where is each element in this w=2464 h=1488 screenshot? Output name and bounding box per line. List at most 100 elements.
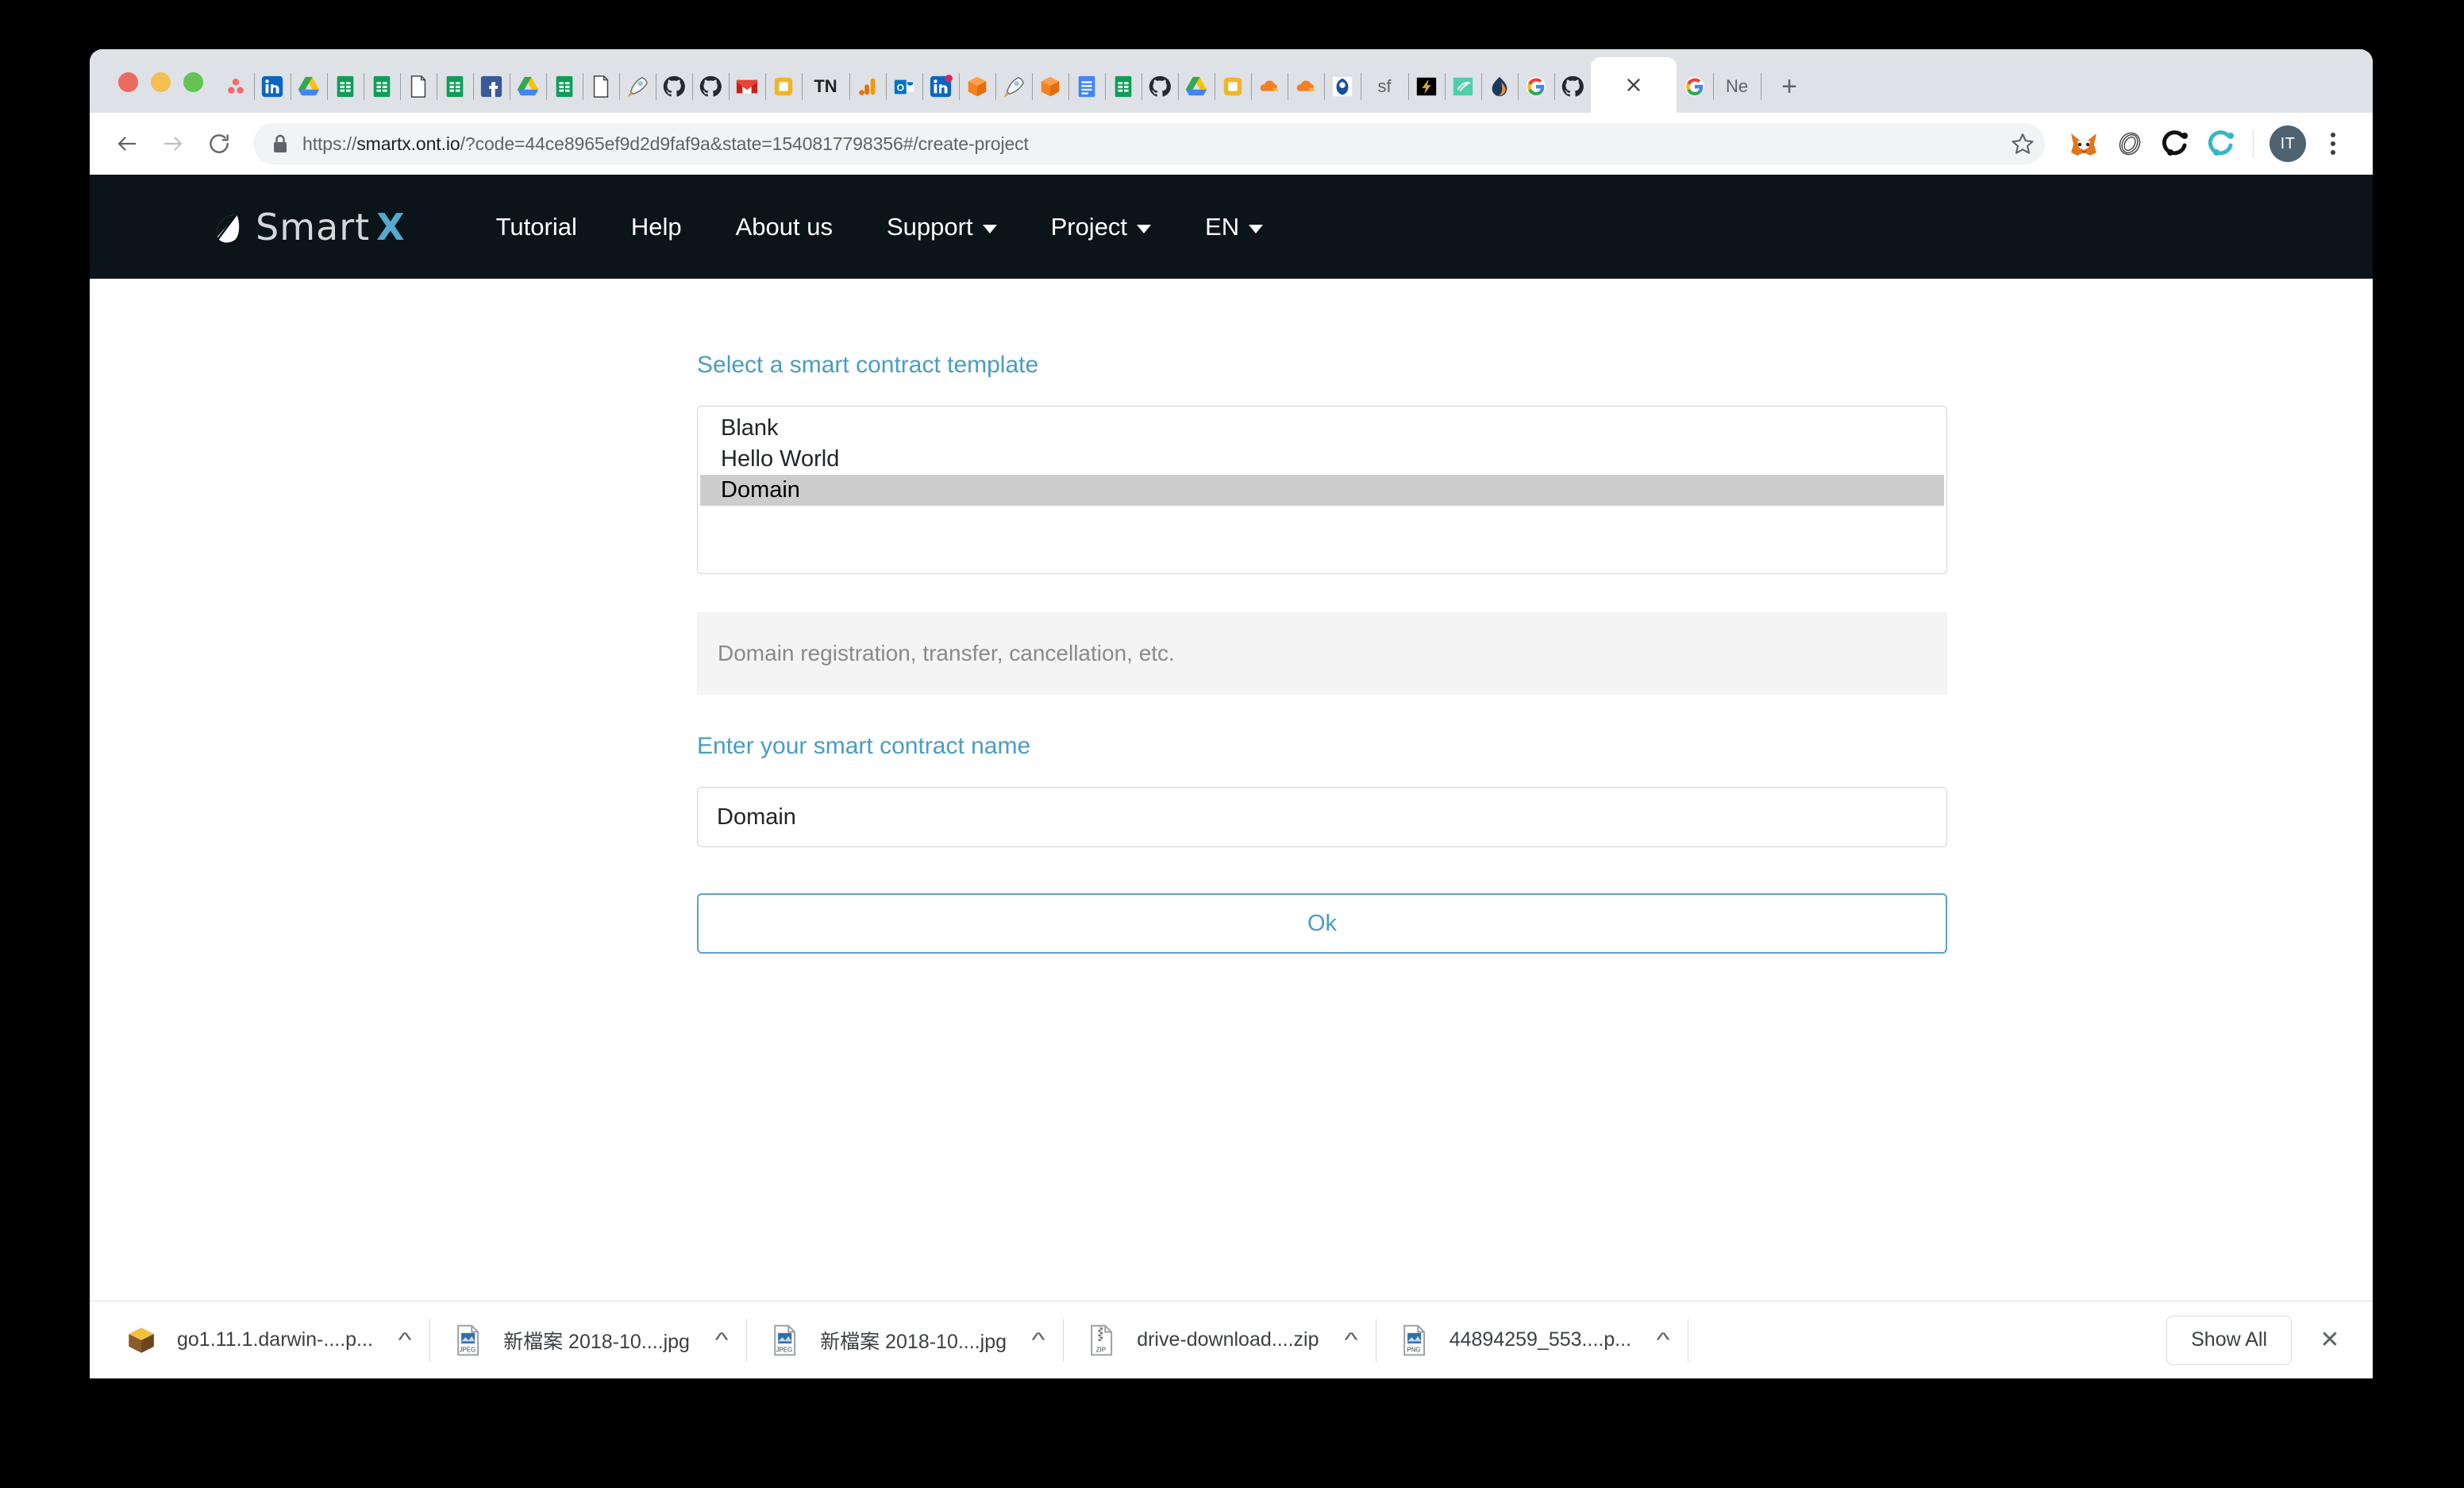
chevron-up-icon[interactable]: ^	[398, 1328, 411, 1352]
tab[interactable]	[692, 60, 729, 113]
tab[interactable]	[1105, 60, 1142, 113]
tab[interactable]	[729, 60, 765, 113]
chevron-up-icon[interactable]: ^	[715, 1328, 729, 1352]
tab[interactable]	[849, 60, 886, 113]
new-tab-button[interactable]: +	[1765, 60, 1813, 113]
brand-name: Smart	[256, 206, 370, 249]
nav-link-label: About us	[736, 213, 833, 241]
tab[interactable]	[437, 60, 473, 113]
leaf-glyph	[213, 211, 241, 245]
svg-text:O: O	[897, 83, 904, 94]
nav-link-label: Tutorial	[496, 213, 577, 241]
minimize-window-button[interactable]	[151, 72, 171, 92]
close-window-button[interactable]	[118, 72, 138, 92]
ok-button[interactable]: Ok	[697, 893, 1947, 954]
tab[interactable]	[510, 60, 546, 113]
tab[interactable]	[922, 60, 959, 113]
tab[interactable]	[1554, 60, 1591, 113]
tab-active[interactable]	[1591, 57, 1677, 113]
tab[interactable]	[1178, 60, 1215, 113]
ontology-outline-icon[interactable]	[2110, 124, 2150, 164]
bookmark-star-button[interactable]	[2002, 123, 2043, 164]
download-item[interactable]: PNG44894259_553....p...^	[1376, 1313, 1689, 1368]
tab[interactable]	[656, 60, 692, 113]
download-item[interactable]: go1.11.1.darwin-....p...^	[104, 1313, 430, 1368]
nav-link-help[interactable]: Help	[604, 213, 709, 241]
back-button[interactable]	[104, 121, 150, 167]
zoom-window-button[interactable]	[183, 72, 203, 92]
brand-logo[interactable]: SmartX	[213, 206, 406, 249]
template-listbox[interactable]: BlankHello WorldDomain	[697, 406, 1947, 574]
tab[interactable]	[400, 60, 437, 113]
tab[interactable]	[327, 60, 364, 113]
contract-name-value: Domain	[717, 804, 796, 831]
chevron-up-icon[interactable]: ^	[1032, 1328, 1045, 1352]
window-traffic-lights	[104, 72, 218, 113]
download-item-name: 新檔案 2018-10....jpg	[820, 1326, 1007, 1355]
tab[interactable]: sf	[1361, 60, 1408, 113]
download-item[interactable]: ZIPdrive-download....zip^	[1064, 1313, 1376, 1368]
download-item[interactable]: JPEG新檔案 2018-10....jpg^	[430, 1313, 747, 1368]
lightning-icon	[1415, 75, 1438, 98]
forward-button[interactable]	[150, 121, 196, 167]
tab[interactable]: O	[886, 60, 922, 113]
template-option-selected[interactable]: Domain	[700, 475, 1944, 506]
nav-link-project[interactable]: Project	[1024, 213, 1178, 241]
tab[interactable]	[583, 60, 619, 113]
tab[interactable]	[254, 60, 291, 113]
nav-link-label: Project	[1051, 213, 1127, 241]
tab[interactable]	[1445, 60, 1481, 113]
tab[interactable]: TN	[802, 60, 849, 113]
tab[interactable]	[1251, 60, 1288, 113]
ontology-dark-icon[interactable]	[2156, 124, 2196, 164]
ontology-teal-glyph	[2206, 128, 2238, 160]
tab[interactable]	[959, 60, 995, 113]
nav-link-en[interactable]: EN	[1178, 213, 1290, 241]
metamask-fox-icon[interactable]	[2064, 124, 2104, 164]
tab[interactable]	[765, 60, 802, 113]
chevron-up-icon[interactable]: ^	[1657, 1328, 1670, 1352]
show-all-downloads-button[interactable]: Show All	[2166, 1316, 2292, 1365]
cloudflare-icon	[1294, 75, 1318, 98]
tab[interactable]	[291, 60, 327, 113]
outlook-icon: O	[892, 75, 916, 98]
brand-accent: X	[376, 206, 405, 249]
template-option[interactable]: Hello World	[700, 444, 1944, 475]
github-icon	[699, 75, 722, 98]
download-item-name: 44894259_553....p...	[1450, 1328, 1631, 1351]
box-icon	[1038, 75, 1062, 98]
tab[interactable]	[1068, 60, 1105, 113]
package-icon	[125, 1324, 158, 1357]
tab[interactable]	[1408, 60, 1445, 113]
tab[interactable]	[364, 60, 400, 113]
address-bar[interactable]: https://smartx.ont.io/?code=44ce8965ef9d…	[253, 123, 2045, 164]
google-sheets-icon	[370, 75, 394, 98]
nav-link-about-us[interactable]: About us	[709, 213, 860, 241]
chevron-up-icon[interactable]: ^	[1344, 1328, 1357, 1352]
chrome-menu-button[interactable]	[2314, 125, 2352, 163]
download-item[interactable]: JPEG新檔案 2018-10....jpg^	[747, 1313, 1064, 1368]
tab[interactable]	[1288, 60, 1324, 113]
tab[interactable]	[1481, 60, 1518, 113]
tab[interactable]	[995, 60, 1032, 113]
template-option-label: Domain	[721, 477, 800, 503]
profile-avatar[interactable]: IT	[2270, 125, 2306, 162]
tab[interactable]	[1518, 60, 1554, 113]
reload-button[interactable]	[196, 121, 242, 167]
tab[interactable]: Ne	[1713, 60, 1761, 113]
tab[interactable]	[546, 60, 583, 113]
tab[interactable]	[1677, 60, 1713, 113]
tab[interactable]	[1032, 60, 1068, 113]
tab[interactable]	[473, 60, 510, 113]
nav-link-tutorial[interactable]: Tutorial	[469, 213, 604, 241]
contract-name-input[interactable]: Domain	[697, 787, 1947, 847]
nav-link-support[interactable]: Support	[860, 213, 1024, 241]
tab[interactable]	[1215, 60, 1251, 113]
tab[interactable]	[1142, 60, 1178, 113]
ontology-teal-icon[interactable]	[2202, 124, 2242, 164]
tab[interactable]	[1324, 60, 1361, 113]
tab[interactable]	[619, 60, 656, 113]
tab[interactable]	[218, 60, 254, 113]
close-downloads-shelf-button[interactable]: ✕	[2309, 1320, 2350, 1361]
template-option[interactable]: Blank	[700, 413, 1944, 444]
